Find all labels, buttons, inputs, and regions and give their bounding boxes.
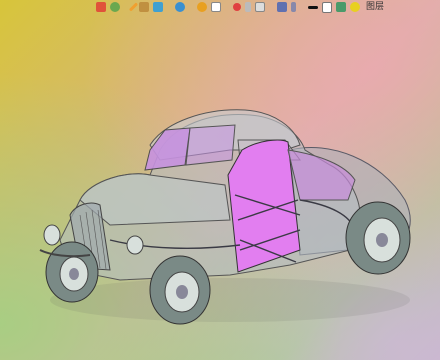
windshield-left: [144, 127, 191, 171]
door-panel: [227, 139, 301, 273]
rear-wheel: [345, 201, 411, 275]
car-model-viewport[interactable]: [0, 0, 440, 360]
front-left-wheel: [45, 241, 99, 303]
front-right-wheel: [149, 255, 211, 325]
